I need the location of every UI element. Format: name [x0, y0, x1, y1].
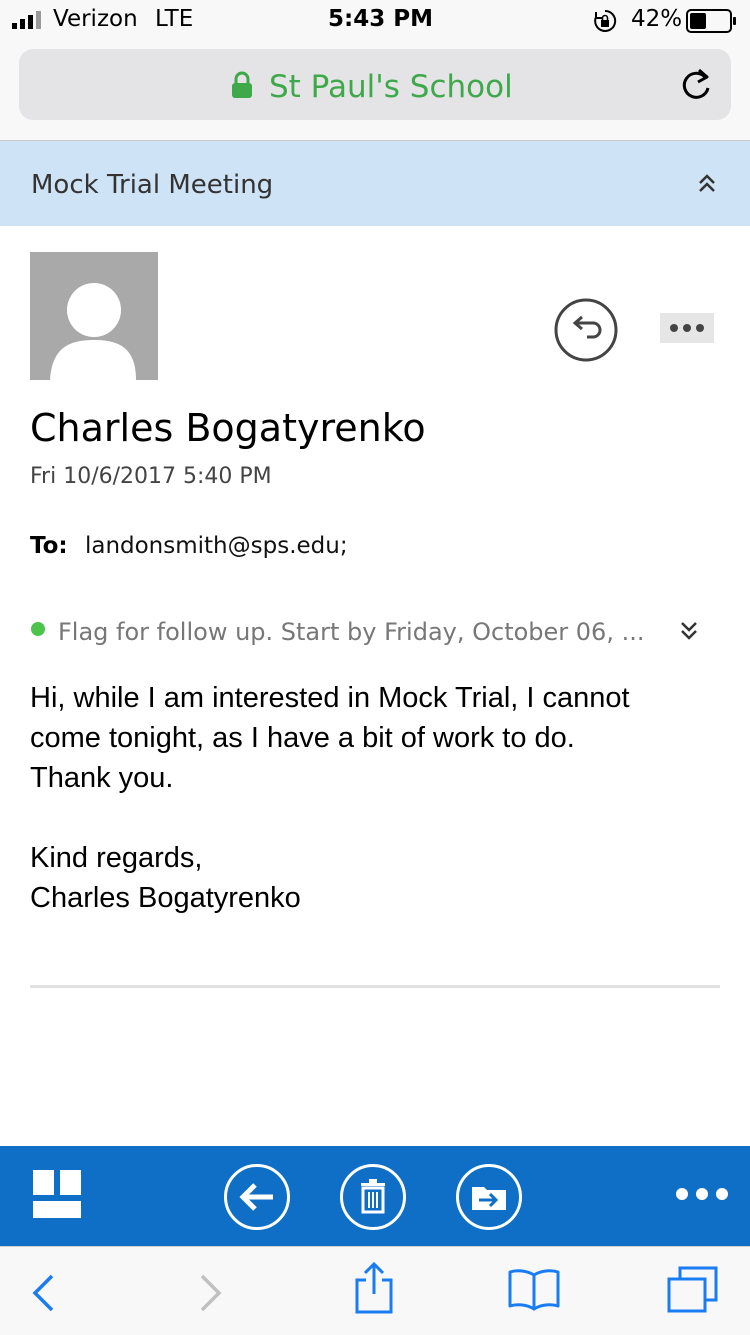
more-actions-button[interactable] [660, 313, 714, 343]
signal-icon [12, 11, 41, 29]
sent-date: Fri 10/6/2017 5:40 PM [30, 464, 272, 489]
mail-toolbar [0, 1146, 750, 1246]
recipient-address[interactable]: landonsmith@sps.edu; [85, 533, 348, 559]
more-icon [670, 324, 704, 332]
person-silhouette-icon [50, 283, 136, 380]
subject-header[interactable]: Mock Trial Meeting [0, 141, 750, 226]
rotation-lock-icon [594, 9, 617, 32]
move-button[interactable] [456, 1164, 522, 1230]
email-body: Hi, while I am interested in Mock Trial,… [30, 678, 720, 918]
body-line: come tonight, as I have a bit of work to… [30, 722, 575, 754]
collapse-chevrons-icon[interactable] [697, 171, 717, 195]
back-arrow-icon [239, 1183, 273, 1211]
address-bar[interactable]: St Paul's School [19, 49, 731, 120]
flag-status-dot [31, 622, 45, 636]
recipient-row: To: landonsmith@sps.edu; [30, 533, 348, 559]
lock-icon [232, 71, 252, 98]
avatar [30, 252, 158, 380]
expand-chevrons-icon[interactable] [679, 619, 699, 643]
status-bar: Verizon LTE 5:43 PM 42% [0, 0, 750, 40]
back-button[interactable] [224, 1164, 290, 1230]
more-icon[interactable] [674, 1184, 730, 1204]
tabs-icon[interactable] [666, 1265, 720, 1315]
flag-followup-text: Flag for follow up. Start by Friday, Oct… [58, 618, 645, 646]
clock: 5:43 PM [328, 6, 433, 32]
reply-button[interactable] [553, 297, 619, 363]
body-line: Thank you. [30, 762, 174, 794]
back-chevron-icon[interactable] [30, 1273, 56, 1313]
browser-address-area: St Paul's School [0, 40, 750, 141]
email-subject: Mock Trial Meeting [31, 170, 274, 200]
forward-chevron-icon[interactable] [198, 1273, 224, 1313]
battery-icon [686, 9, 736, 33]
network-label: LTE [155, 6, 194, 32]
share-icon[interactable] [352, 1261, 396, 1315]
signoff-line: Kind regards, [30, 842, 203, 874]
site-title: St Paul's School [269, 69, 513, 105]
to-label: To: [30, 533, 68, 559]
delete-button[interactable] [340, 1164, 406, 1230]
move-folder-icon [472, 1187, 506, 1210]
browser-toolbar [0, 1246, 750, 1335]
bookmarks-icon[interactable] [507, 1267, 561, 1311]
signoff-line: Charles Bogatyrenko [30, 882, 301, 914]
battery-percent: 42% [631, 6, 683, 32]
app-grid-icon[interactable] [33, 1170, 81, 1218]
reload-icon[interactable] [679, 68, 713, 104]
divider [30, 985, 720, 988]
trash-icon [361, 1179, 385, 1214]
carrier-label: Verizon [53, 6, 138, 32]
sender-name[interactable]: Charles Bogatyrenko [30, 406, 426, 450]
body-line: Hi, while I am interested in Mock Trial,… [30, 682, 630, 714]
